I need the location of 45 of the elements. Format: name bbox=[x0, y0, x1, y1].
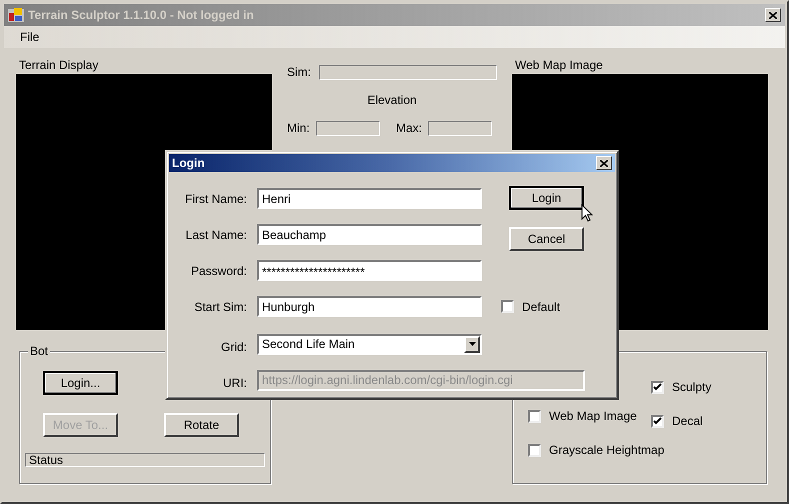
text-field[interactable]: Henri bbox=[257, 188, 482, 209]
checkbox[interactable] bbox=[528, 444, 541, 456]
push-button[interactable]: Login... bbox=[43, 371, 118, 395]
close-button[interactable] bbox=[765, 8, 781, 22]
panel-label: Terrain Display bbox=[18, 58, 100, 73]
uri-field: https://login.agni.lindenlab.com/cgi-bin/login.cgi bbox=[257, 370, 585, 390]
field-label: Last Name: bbox=[184, 226, 248, 244]
push-button[interactable]: Cancel bbox=[509, 227, 584, 251]
elevation-heading: Elevation bbox=[366, 92, 418, 109]
checkbox[interactable] bbox=[651, 380, 664, 394]
menu-item[interactable]: File bbox=[20, 28, 40, 46]
push-button[interactable]: Login bbox=[509, 186, 584, 210]
min-field bbox=[316, 120, 380, 136]
checkbox[interactable] bbox=[501, 300, 514, 313]
mouse-cursor-icon bbox=[581, 204, 593, 222]
close-icon bbox=[600, 160, 608, 166]
status-bar: Status bbox=[25, 453, 265, 467]
grid-dropdown[interactable]: Second Life Main bbox=[257, 334, 482, 354]
option-label: Decal bbox=[672, 413, 703, 430]
push-button[interactable]: Rotate bbox=[164, 413, 239, 437]
password-field[interactable]: ********************** bbox=[257, 260, 482, 281]
checkbox[interactable] bbox=[651, 414, 664, 428]
group-title: Bot bbox=[28, 344, 50, 358]
app-icon bbox=[8, 7, 24, 23]
window-title: Terrain Sculptor 1.1.10.0 - Not logged in bbox=[28, 7, 254, 24]
min-label: Min: bbox=[287, 120, 311, 137]
field-label: Grid: bbox=[220, 339, 248, 356]
field-label: Password: bbox=[190, 262, 248, 280]
close-icon bbox=[769, 12, 777, 18]
option-label: Sculpty bbox=[672, 379, 712, 396]
text-field[interactable]: Beauchamp bbox=[257, 224, 482, 245]
option-label: Web Map Image bbox=[549, 408, 637, 425]
field-label: Start Sim: bbox=[193, 298, 248, 316]
close-button[interactable] bbox=[596, 156, 612, 170]
checkbox-label: Default bbox=[522, 298, 560, 316]
max-field bbox=[428, 120, 492, 136]
field-label: First Name: bbox=[184, 190, 248, 208]
field-label: URI: bbox=[222, 375, 248, 392]
max-label: Max: bbox=[396, 120, 424, 137]
sim-label: Sim: bbox=[287, 64, 311, 81]
text-field[interactable]: Hunburgh bbox=[257, 296, 482, 317]
dialog-title: Login bbox=[172, 155, 205, 172]
panel-label: Web Map Image bbox=[514, 58, 604, 73]
option-label: Grayscale Heightmap bbox=[549, 442, 664, 459]
checkbox[interactable] bbox=[528, 410, 541, 422]
